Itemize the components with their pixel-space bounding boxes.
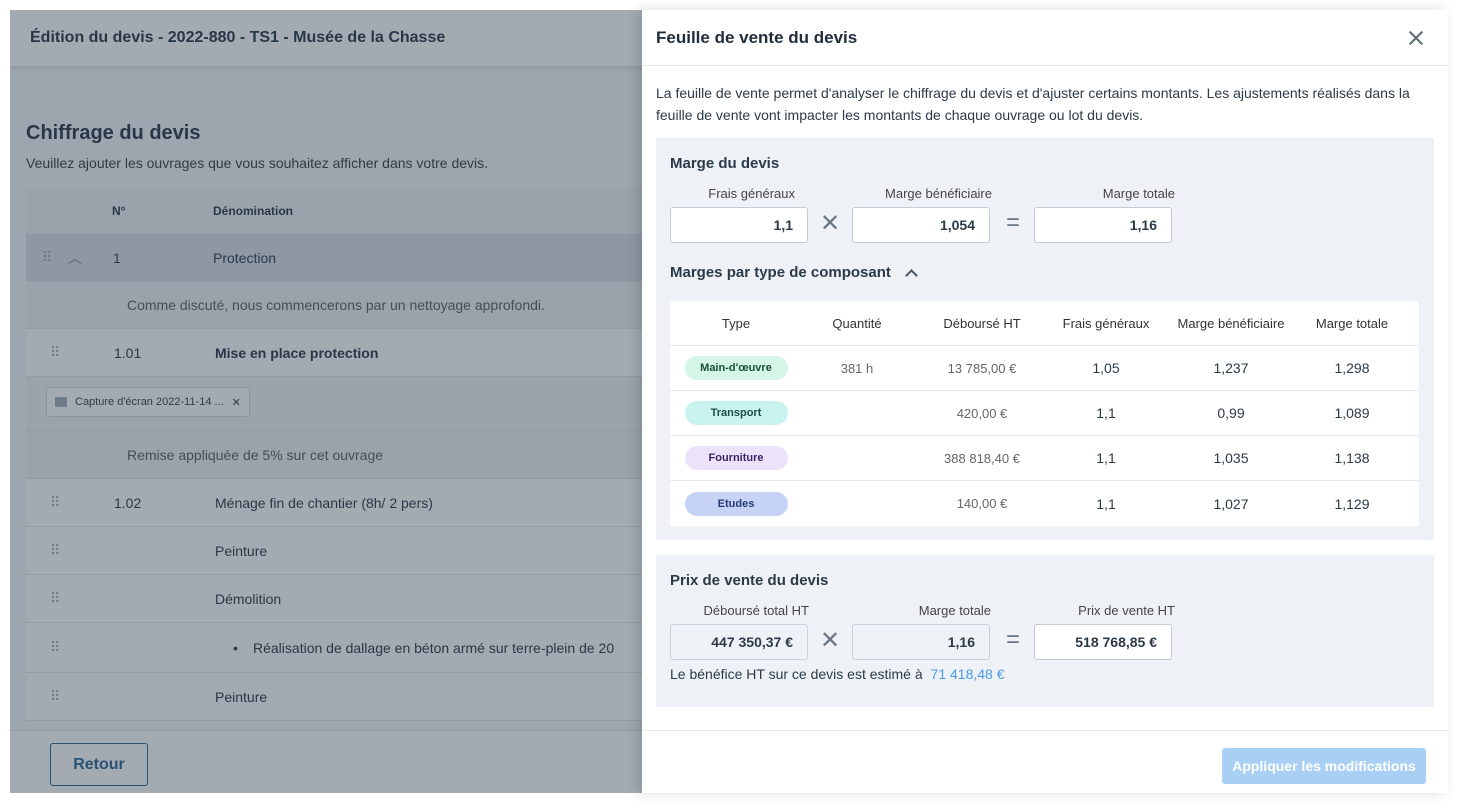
marge-totale-value: 1,16 bbox=[852, 624, 990, 660]
drawer-header: Feuille de vente du devis bbox=[642, 10, 1448, 66]
frais-generaux-input[interactable]: 1,1 bbox=[670, 207, 808, 243]
type-badge: Transport bbox=[684, 401, 788, 425]
debourse-cell: 140,00 € bbox=[956, 496, 1008, 511]
apply-changes-button[interactable]: Appliquer les modifications bbox=[1222, 748, 1426, 784]
composant-row-main-doeuvre: Main-d'œuvre 381 h 13 785,00 € 1,05 1,23… bbox=[670, 346, 1419, 391]
totale-cell[interactable]: 1,129 bbox=[1302, 496, 1402, 512]
benef-cell[interactable]: 0,99 bbox=[1160, 405, 1302, 421]
totale-cell[interactable]: 1,089 bbox=[1302, 405, 1402, 421]
frais-cell[interactable]: 1,1 bbox=[1052, 496, 1160, 512]
marge-totale-label: Marge totale bbox=[918, 603, 991, 618]
composant-row-etudes: Etudes 140,00 € 1,1 1,027 1,129 bbox=[670, 481, 1419, 526]
price-panel: Prix de vente du devis Déboursé total HT… bbox=[656, 555, 1434, 707]
modal-overlay[interactable] bbox=[10, 10, 642, 793]
drawer-title: Feuille de vente du devis bbox=[656, 27, 858, 47]
margin-panel-title: Marge du devis bbox=[670, 155, 780, 172]
col-totale: Marge totale bbox=[1315, 315, 1389, 331]
composant-row-fourniture: Fourniture 388 818,40 € 1,1 1,035 1,138 bbox=[670, 436, 1419, 481]
frais-cell[interactable]: 1,1 bbox=[1052, 405, 1160, 421]
col-quantite: Quantité bbox=[832, 315, 882, 331]
type-badge: Main-d'œuvre bbox=[684, 356, 788, 380]
col-benef: Marge bénéficiaire bbox=[1177, 315, 1285, 331]
debourse-cell: 420,00 € bbox=[956, 405, 1008, 421]
equals-icon: = bbox=[1005, 209, 1020, 236]
debourse-cell: 388 818,40 € bbox=[944, 450, 1020, 466]
close-icon[interactable] bbox=[1404, 26, 1428, 50]
debourse-total-label: Déboursé total HT bbox=[703, 603, 810, 618]
col-frais: Frais généraux bbox=[1062, 315, 1150, 331]
debourse-cell: 13 785,00 € bbox=[947, 360, 1017, 376]
totale-cell[interactable]: 1,138 bbox=[1302, 450, 1402, 466]
totale-label: Marge totale bbox=[1102, 186, 1175, 201]
prix-vente-input[interactable]: 518 768,85 € bbox=[1034, 624, 1172, 660]
frais-cell[interactable]: 1,1 bbox=[1052, 450, 1160, 466]
margin-panel: Marge du devis Frais généraux 1,1 ✕ Marg… bbox=[656, 138, 1434, 540]
benef-cell[interactable]: 1,027 bbox=[1160, 496, 1302, 512]
quantite-cell: 381 h bbox=[840, 360, 874, 376]
drawer-intro: La feuille de vente permet d'analyser le… bbox=[656, 85, 1410, 123]
composant-section-title: Marges par type de composant bbox=[670, 264, 891, 281]
totale-cell[interactable]: 1,298 bbox=[1302, 360, 1402, 376]
benefice-line: Le bénéfice HT sur ce devis est estimé à… bbox=[670, 666, 1005, 682]
benefice-text: Le bénéfice HT sur ce devis est estimé à bbox=[670, 666, 923, 682]
frais-label: Frais généraux bbox=[708, 186, 795, 201]
equals-icon: = bbox=[1005, 626, 1020, 653]
chevron-up-icon[interactable] bbox=[902, 266, 922, 280]
sales-sheet-drawer: Feuille de vente du devis La feuille de … bbox=[642, 10, 1448, 793]
col-type: Type bbox=[721, 315, 751, 331]
benef-cell[interactable]: 1,035 bbox=[1160, 450, 1302, 466]
drawer-footer: Appliquer les modifications bbox=[642, 730, 1448, 793]
frais-cell[interactable]: 1,05 bbox=[1052, 360, 1160, 376]
benefice-value: 71 418,48 € bbox=[930, 666, 1005, 682]
benef-cell[interactable]: 1,237 bbox=[1160, 360, 1302, 376]
composant-table-header: Type Quantité Déboursé HT Frais généraux… bbox=[670, 301, 1419, 346]
composant-margins-table: Type Quantité Déboursé HT Frais généraux… bbox=[670, 301, 1419, 526]
marge-beneficiaire-input[interactable]: 1,054 bbox=[852, 207, 990, 243]
col-debourse: Déboursé HT bbox=[943, 315, 1021, 331]
price-panel-title: Prix de vente du devis bbox=[670, 572, 829, 589]
type-badge: Etudes bbox=[684, 491, 788, 516]
benef-label: Marge bénéficiaire bbox=[885, 186, 992, 201]
times-icon: ✕ bbox=[819, 627, 841, 654]
prix-vente-label: Prix de vente HT bbox=[1078, 603, 1175, 618]
composant-row-transport: Transport 420,00 € 1,1 0,99 1,089 bbox=[670, 391, 1419, 436]
debourse-total-value: 447 350,37 € bbox=[670, 624, 808, 660]
marge-totale-input[interactable]: 1,16 bbox=[1034, 207, 1172, 243]
type-badge: Fourniture bbox=[684, 446, 788, 470]
times-icon: ✕ bbox=[819, 210, 841, 237]
